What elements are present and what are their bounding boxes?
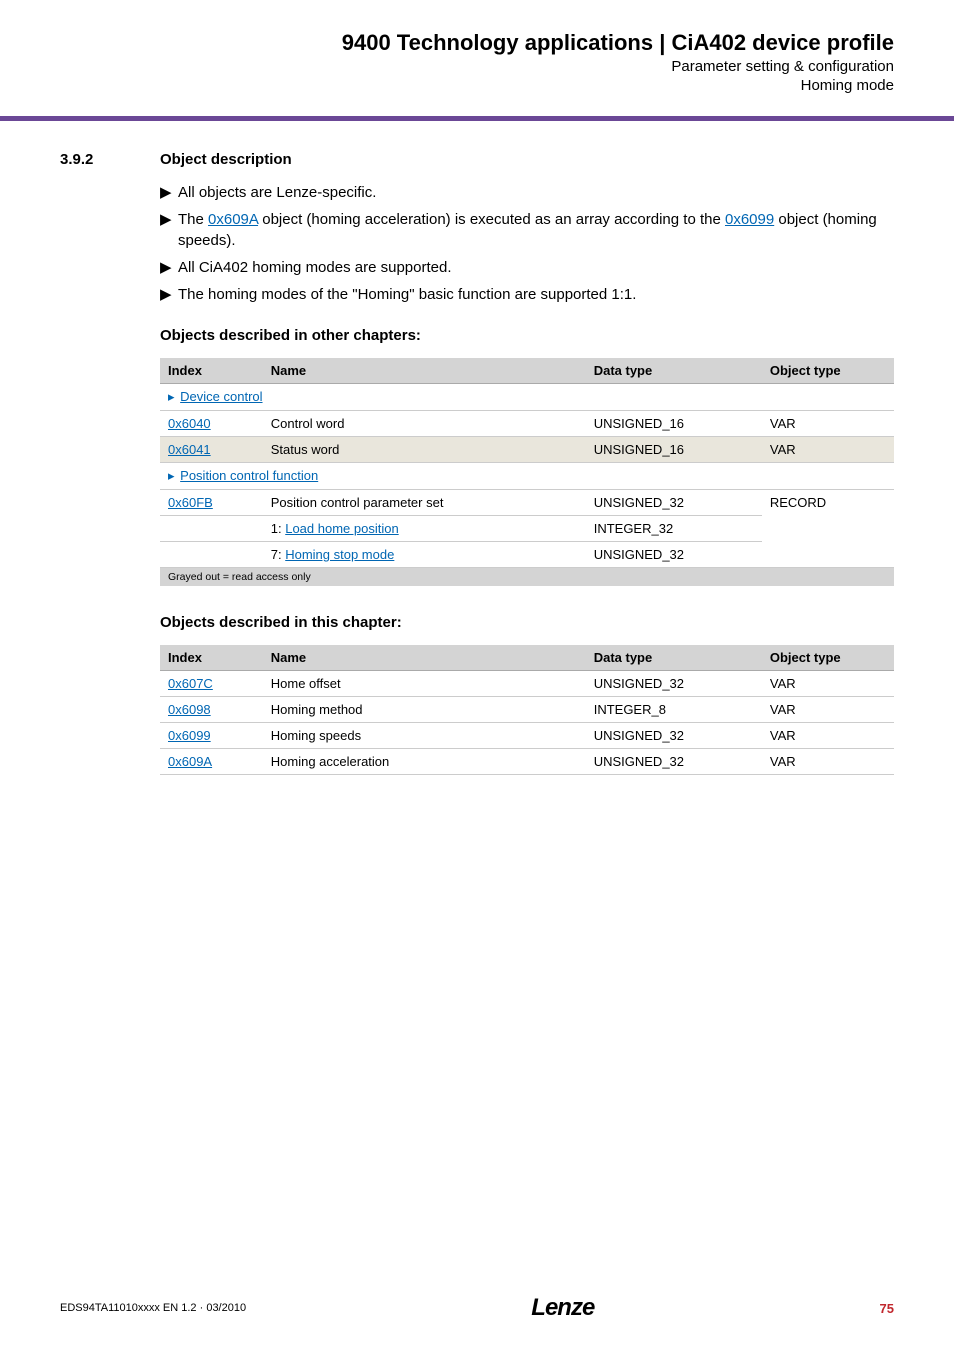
table-header-row: Index Name Data type Object type xyxy=(160,645,894,671)
cell-name: Control word xyxy=(263,411,586,437)
page-number: 75 xyxy=(880,1301,894,1316)
table-row: 0x6098 Homing method INTEGER_8 VAR xyxy=(160,697,894,723)
cell-otype: VAR xyxy=(762,411,894,437)
cell-name: Position control parameter set xyxy=(263,490,586,516)
bullet-text: The 0x609A object (homing acceleration) … xyxy=(178,209,894,251)
cell-name: Homing acceleration xyxy=(263,749,586,775)
link-0x60FB[interactable]: 0x60FB xyxy=(168,495,213,510)
cell-otype: VAR xyxy=(762,723,894,749)
cell-dtype: INTEGER_8 xyxy=(586,697,762,723)
th-index: Index xyxy=(160,358,263,384)
cell-name: Status word xyxy=(263,437,586,463)
cell-empty xyxy=(160,516,263,542)
table-row: 0x6099 Homing speeds UNSIGNED_32 VAR xyxy=(160,723,894,749)
header-title: 9400 Technology applications | CiA402 de… xyxy=(60,30,894,56)
link-load-home-position[interactable]: Load home position xyxy=(285,521,398,536)
th-name: Name xyxy=(263,645,586,671)
cell-name: Homing method xyxy=(263,697,586,723)
triangle-right-icon: ▶ xyxy=(160,182,178,203)
caret-right-icon: ▸ xyxy=(168,389,175,404)
cell-dtype: UNSIGNED_32 xyxy=(586,490,762,516)
bullet-item: ▶ The 0x609A object (homing acceleration… xyxy=(160,209,894,251)
table-footnote: Grayed out = read access only xyxy=(160,568,894,586)
table-row: 0x607C Home offset UNSIGNED_32 VAR xyxy=(160,671,894,697)
th-name: Name xyxy=(263,358,586,384)
cell-dtype: UNSIGNED_16 xyxy=(586,437,762,463)
table-group-row: ▸ Device control xyxy=(160,384,894,411)
caret-right-icon: ▸ xyxy=(168,468,175,483)
bullet-item: ▶ All objects are Lenze-specific. xyxy=(160,182,894,203)
cell-dtype: UNSIGNED_32 xyxy=(586,723,762,749)
lenze-logo: Lenze xyxy=(531,1294,594,1322)
table-header-row: Index Name Data type Object type xyxy=(160,358,894,384)
header-subtitle-1: Parameter setting & configuration xyxy=(60,58,894,75)
bullet-text: The homing modes of the "Homing" basic f… xyxy=(178,284,636,305)
cell-dtype: UNSIGNED_32 xyxy=(586,542,762,568)
cell-otype: VAR xyxy=(762,437,894,463)
table-row: 0x6040 Control word UNSIGNED_16 VAR xyxy=(160,411,894,437)
cell-name: Homing speeds xyxy=(263,723,586,749)
link-0x609A[interactable]: 0x609A xyxy=(208,211,258,228)
cell-dtype: INTEGER_32 xyxy=(586,516,762,542)
link-device-control[interactable]: Device control xyxy=(180,389,262,404)
th-index: Index xyxy=(160,645,263,671)
section-number: 3.9.2 xyxy=(60,151,160,168)
th-dtype: Data type xyxy=(586,358,762,384)
th-otype: Object type xyxy=(762,358,894,384)
footer-doc-id: EDS94TA11010xxxx EN 1.2 · 03/2010 xyxy=(60,1302,246,1314)
th-otype: Object type xyxy=(762,645,894,671)
table-row: 0x609A Homing acceleration UNSIGNED_32 V… xyxy=(160,749,894,775)
table-other-chapters: Index Name Data type Object type ▸ Devic… xyxy=(160,358,894,568)
header-subtitle-2: Homing mode xyxy=(60,77,894,94)
table-this-chapter: Index Name Data type Object type 0x607C … xyxy=(160,645,894,775)
triangle-right-icon: ▶ xyxy=(160,257,178,278)
bullet-item: ▶ The homing modes of the "Homing" basic… xyxy=(160,284,894,305)
bullet-item: ▶ All CiA402 homing modes are supported. xyxy=(160,257,894,278)
bullet-list: ▶ All objects are Lenze-specific. ▶ The … xyxy=(160,182,894,305)
content-area: 3.9.2 Object description ▶ All objects a… xyxy=(0,121,954,775)
link-0x6099[interactable]: 0x6099 xyxy=(725,211,774,228)
bullet-text: All CiA402 homing modes are supported. xyxy=(178,257,452,278)
table-row: 0x60FB Position control parameter set UN… xyxy=(160,490,894,516)
link-0x6098[interactable]: 0x6098 xyxy=(168,702,211,717)
cell-empty xyxy=(160,542,263,568)
cell-otype: VAR xyxy=(762,671,894,697)
triangle-right-icon: ▶ xyxy=(160,209,178,251)
link-0x607C[interactable]: 0x607C xyxy=(168,676,213,691)
th-dtype: Data type xyxy=(586,645,762,671)
section-heading-row: 3.9.2 Object description xyxy=(60,151,894,168)
link-position-control-function[interactable]: Position control function xyxy=(180,468,318,483)
link-0x6040[interactable]: 0x6040 xyxy=(168,416,211,431)
triangle-right-icon: ▶ xyxy=(160,284,178,305)
cell-name: 7: Homing stop mode xyxy=(263,542,586,568)
link-0x6041[interactable]: 0x6041 xyxy=(168,442,211,457)
cell-name: Home offset xyxy=(263,671,586,697)
cell-name: 1: Load home position xyxy=(263,516,586,542)
subsection-heading-this: Objects described in this chapter: xyxy=(160,614,894,631)
link-0x609A[interactable]: 0x609A xyxy=(168,754,212,769)
page-footer: EDS94TA11010xxxx EN 1.2 · 03/2010 Lenze … xyxy=(0,1294,954,1322)
link-homing-stop-mode[interactable]: Homing stop mode xyxy=(285,547,394,562)
table-row-readonly: 0x6041 Status word UNSIGNED_16 VAR xyxy=(160,437,894,463)
page-header: 9400 Technology applications | CiA402 de… xyxy=(0,0,954,104)
table-group-row: ▸ Position control function xyxy=(160,463,894,490)
cell-otype: RECORD xyxy=(762,490,894,568)
bullet-text: All objects are Lenze-specific. xyxy=(178,182,376,203)
subsection-heading-other: Objects described in other chapters: xyxy=(160,327,894,344)
cell-otype: VAR xyxy=(762,697,894,723)
link-0x6099[interactable]: 0x6099 xyxy=(168,728,211,743)
cell-dtype: UNSIGNED_32 xyxy=(586,749,762,775)
cell-otype: VAR xyxy=(762,749,894,775)
cell-dtype: UNSIGNED_32 xyxy=(586,671,762,697)
cell-dtype: UNSIGNED_16 xyxy=(586,411,762,437)
section-title: Object description xyxy=(160,151,292,168)
